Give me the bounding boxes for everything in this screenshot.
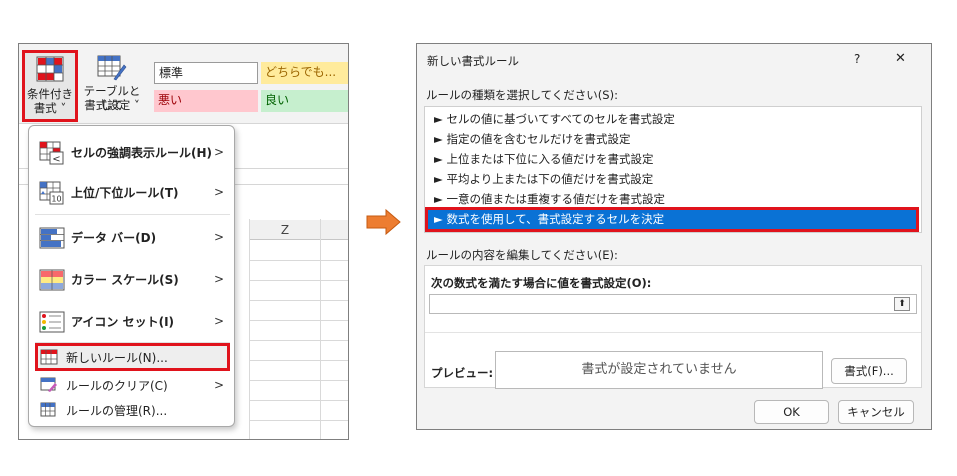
color-scales-icon (39, 268, 65, 291)
cf-label-line1: 条件付き (27, 87, 73, 101)
edit-rule-label: ルールの内容を編集してください(E): (426, 248, 618, 262)
menu-label: データ バー(D) (71, 230, 157, 245)
rule-type-item[interactable]: ► セルの値に基づいてすべてのセルを書式設定 (428, 110, 916, 129)
rule-type-label: ルールの種類を選択してください(S): (426, 88, 618, 102)
chevron-right-icon: > (213, 272, 224, 286)
style-normal[interactable]: 標準 (154, 62, 258, 84)
collapse-dialog-icon[interactable]: ⬆ (894, 297, 910, 311)
style-good[interactable]: 良い (261, 90, 348, 112)
rule-type-item[interactable]: ► 指定の値を含むセルだけを書式設定 (428, 130, 916, 149)
chevron-right-icon: > (213, 378, 224, 392)
data-bars-icon (39, 226, 65, 249)
conditional-formatting-button[interactable]: 条件付き 書式 ˅ (22, 50, 78, 122)
menu-label: ルールの管理(R)... (66, 403, 168, 418)
conditional-formatting-icon (36, 56, 64, 82)
help-icon[interactable]: ? (854, 52, 860, 66)
menu-label: 上位/下位ルール(T) (71, 185, 179, 200)
preview-label: プレビュー: (431, 366, 494, 380)
menu-item-highlight-cells-rules[interactable]: < セルの強調表示ルール(H) > (35, 134, 230, 170)
format-button[interactable]: 書式(F)... (831, 358, 907, 384)
format-as-table-button[interactable]: テーブルとして 書式設定 ˅ (79, 50, 145, 122)
ok-button[interactable]: OK (754, 400, 829, 424)
rule-type-item-selected[interactable]: ► 数式を使用して、書式設定するセルを決定 (425, 207, 919, 232)
clear-rules-icon (40, 377, 58, 393)
preview-box: 書式が設定されていません (495, 351, 823, 389)
new-rule-icon (40, 349, 58, 365)
format-table-icon (97, 55, 127, 81)
new-formatting-rule-dialog: 新しい書式ルール ? ✕ ルールの種類を選択してください(S): ► セルの値に… (416, 43, 932, 430)
menu-item-manage-rules[interactable]: ルールの管理(R)... (35, 399, 230, 421)
icon-10-text: 10 (51, 195, 61, 204)
top-bottom-icon: 10 (39, 181, 64, 205)
icon-sets-icon (39, 310, 65, 333)
cancel-button[interactable]: キャンセル (838, 400, 914, 424)
menu-item-new-rule[interactable]: 新しいルール(N)... (35, 343, 230, 371)
rule-type-list: ► セルの値に基づいてすべてのセルを書式設定 ► 指定の値を含むセルだけを書式設… (424, 106, 922, 233)
menu-item-top-bottom-rules[interactable]: 10 上位/下位ルール(T) > (35, 174, 230, 210)
right-arrow-icon (366, 208, 401, 236)
ribbon: 条件付き 書式 ˅ テーブルとして 書式設定 ˅ 標準 どちらでも... 悪い … (19, 44, 348, 124)
menu-separator (35, 214, 230, 215)
menu-item-color-scales[interactable]: カラー スケール(S) > (35, 260, 230, 298)
manage-rules-icon (40, 402, 58, 418)
chevron-right-icon: > (213, 314, 224, 328)
style-neutral[interactable]: どちらでも... (261, 62, 348, 84)
chevron-right-icon: > (213, 230, 224, 244)
chevron-right-icon: > (213, 145, 224, 159)
menu-item-icon-sets[interactable]: アイコン セット(I) > (35, 302, 230, 340)
cf-label-line2: 書式 ˅ (33, 101, 67, 115)
menu-label: セルの強調表示ルール(H) (71, 145, 213, 160)
menu-label: 新しいルール(N)... (66, 350, 168, 365)
style-bad[interactable]: 悪い (154, 90, 258, 112)
highlight-cells-icon: < (39, 141, 64, 165)
conditional-formatting-menu: < セルの強調表示ルール(H) > 10 上位/下位ルール(T) > データ バ… (28, 125, 235, 427)
rule-type-item[interactable]: ► 上位または下位に入る値だけを書式設定 (428, 150, 916, 169)
icon-lt-text: < (52, 154, 60, 165)
menu-item-data-bars[interactable]: データ バー(D) > (35, 218, 230, 256)
menu-item-clear-rules[interactable]: ルールのクリア(C) > (35, 374, 230, 396)
chevron-right-icon: > (213, 185, 224, 199)
formula-input[interactable] (429, 294, 917, 314)
close-icon[interactable]: ✕ (895, 51, 906, 66)
divider (425, 332, 921, 333)
rule-type-item[interactable]: ► 一意の値または重複する値だけを書式設定 (428, 190, 916, 209)
menu-label: カラー スケール(S) (71, 272, 179, 287)
table-label-line2: 書式設定 ˅ (84, 98, 140, 112)
menu-label: ルールのクリア(C) (66, 378, 168, 393)
menu-label: アイコン セット(I) (71, 314, 175, 329)
rule-type-item[interactable]: ► 平均より上または下の値だけを書式設定 (428, 170, 916, 189)
dialog-title: 新しい書式ルール (427, 54, 519, 68)
column-header-z[interactable]: Z (250, 220, 320, 240)
formula-label: 次の数式を満たす場合に値を書式設定(O): (431, 276, 652, 290)
